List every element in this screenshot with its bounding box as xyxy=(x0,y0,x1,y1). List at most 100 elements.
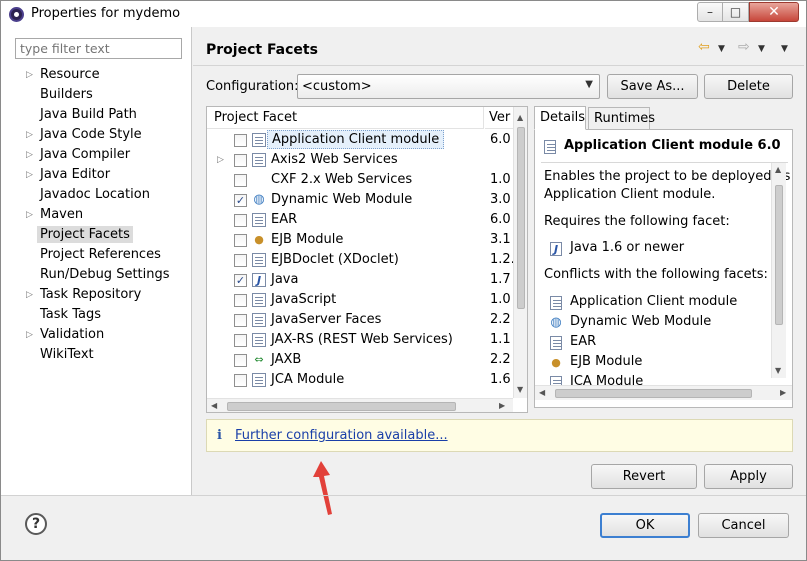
tab-details[interactable]: Details xyxy=(534,106,586,130)
facet-row[interactable]: EAR 6.0 xyxy=(207,210,513,230)
facet-row[interactable]: JAX-RS (REST Web Services) 1.1 xyxy=(207,330,513,350)
facet-version[interactable]: 1.7 xyxy=(490,270,511,290)
further-configuration-link[interactable]: Further configuration available... xyxy=(235,428,448,443)
details-vertical-scrollbar[interactable]: ▲ ▼ xyxy=(771,163,786,378)
tree-item[interactable]: ▷ Java Code Style xyxy=(1,125,191,145)
facet-row[interactable]: ✓ J Java 1.7 xyxy=(207,270,513,290)
expand-icon[interactable]: ▷ xyxy=(26,285,33,305)
facet-version[interactable]: 1.0 xyxy=(490,290,511,310)
tree-item[interactable]: WikiText xyxy=(1,345,191,365)
scroll-thumb[interactable] xyxy=(775,185,783,325)
facet-version[interactable]: 1.6 xyxy=(490,370,511,390)
filter-input[interactable] xyxy=(15,38,182,59)
facet-vertical-scrollbar[interactable]: ▲ ▼ xyxy=(513,107,527,398)
tree-item[interactable]: ▷ Maven xyxy=(1,205,191,225)
facet-checkbox[interactable] xyxy=(234,334,247,347)
cancel-button[interactable]: Cancel xyxy=(698,513,789,538)
details-horizontal-scrollbar[interactable]: ◀ ▶ xyxy=(535,385,792,400)
expand-icon[interactable]: ▷ xyxy=(217,150,224,170)
apply-button[interactable]: Apply xyxy=(704,464,793,489)
expand-icon[interactable]: ▷ xyxy=(26,165,33,185)
expand-icon[interactable]: ▷ xyxy=(26,145,33,165)
facet-horizontal-scrollbar[interactable]: ◀ ▶ xyxy=(207,398,513,412)
expand-icon[interactable]: ▷ xyxy=(26,325,33,345)
tree-item[interactable]: ▷ Validation xyxy=(1,325,191,345)
facet-version[interactable]: 2.2 xyxy=(490,310,511,330)
close-button[interactable]: ✕ xyxy=(749,2,799,22)
tree-item[interactable]: Project References xyxy=(1,245,191,265)
expand-icon[interactable]: ▷ xyxy=(26,205,33,225)
scroll-thumb[interactable] xyxy=(555,389,752,398)
facet-version[interactable]: 6.0 xyxy=(490,130,511,150)
facet-checkbox[interactable] xyxy=(234,214,247,227)
back-arrow-icon[interactable]: ⇦ xyxy=(698,39,710,55)
facet-version[interactable]: 1.1 xyxy=(490,330,511,350)
scroll-up-icon[interactable]: ▲ xyxy=(517,113,523,122)
facet-row[interactable]: ● EJB Module 3.1 xyxy=(207,230,513,250)
facet-checkbox[interactable] xyxy=(234,234,247,247)
facet-row[interactable]: ⇔ JAXB 2.2 xyxy=(207,350,513,370)
facet-row[interactable]: Application Client module 6.0 xyxy=(207,130,513,150)
facet-row[interactable]: JavaScript 1.0 xyxy=(207,290,513,310)
facet-checkbox[interactable] xyxy=(234,354,247,367)
facet-checkbox[interactable] xyxy=(234,314,247,327)
facet-version[interactable]: 1.0 xyxy=(490,170,511,190)
configuration-select[interactable]: <custom> ▼ xyxy=(297,74,600,99)
scroll-left-icon[interactable]: ◀ xyxy=(211,401,217,410)
minimize-button[interactable]: – xyxy=(697,2,723,22)
tree-item[interactable]: Java Build Path xyxy=(1,105,191,125)
facet-row[interactable]: EJBDoclet (XDoclet) 1.2. xyxy=(207,250,515,270)
facet-checkbox[interactable] xyxy=(234,254,247,267)
facet-row[interactable]: JCA Module 1.6 xyxy=(207,370,513,390)
view-menu-chevron-icon[interactable]: ▼ xyxy=(781,44,788,54)
maximize-button[interactable]: □ xyxy=(723,2,749,22)
facet-checkbox[interactable] xyxy=(234,134,247,147)
help-icon[interactable]: ? xyxy=(25,513,47,535)
save-as-button[interactable]: Save As... xyxy=(607,74,698,99)
scroll-up-icon[interactable]: ▲ xyxy=(775,165,781,174)
facet-row[interactable]: CXF 2.x Web Services 1.0 xyxy=(207,170,513,190)
expand-icon[interactable]: ▷ xyxy=(26,65,33,85)
expand-icon[interactable]: ▷ xyxy=(26,125,33,145)
scroll-down-icon[interactable]: ▼ xyxy=(517,385,523,394)
ok-button[interactable]: OK xyxy=(600,513,690,538)
facet-checkbox[interactable] xyxy=(234,294,247,307)
tree-item[interactable]: Task Tags xyxy=(1,305,191,325)
facet-row[interactable]: ▷ Axis2 Web Services xyxy=(207,150,513,170)
forward-menu-chevron-icon[interactable]: ▼ xyxy=(758,44,765,54)
facet-checkbox[interactable] xyxy=(234,174,247,187)
facet-version[interactable]: 3.0 xyxy=(490,190,511,210)
facet-checkbox[interactable] xyxy=(234,374,247,387)
facet-checkbox[interactable]: ✓ xyxy=(234,274,247,287)
tree-item[interactable]: ▷ Resource xyxy=(1,65,191,85)
facet-checkbox[interactable] xyxy=(234,154,247,167)
facet-row[interactable]: JavaServer Faces 2.2 xyxy=(207,310,513,330)
scroll-thumb[interactable] xyxy=(517,127,525,309)
facet-version[interactable]: 2.2 xyxy=(490,350,511,370)
tree-item[interactable]: ▷ Java Compiler xyxy=(1,145,191,165)
column-header-facet[interactable]: Project Facet xyxy=(207,107,484,129)
scroll-thumb[interactable] xyxy=(227,402,456,411)
scroll-right-icon[interactable]: ▶ xyxy=(499,401,505,410)
title-bar[interactable]: Properties for mydemo – □ ✕ xyxy=(1,1,806,27)
tree-item[interactable]: Run/Debug Settings xyxy=(1,265,191,285)
facet-version[interactable]: 3.1 xyxy=(490,230,511,250)
tree-item[interactable]: ▷ Task Repository xyxy=(1,285,191,305)
tree-item[interactable]: Javadoc Location xyxy=(1,185,191,205)
tree-item[interactable]: Builders xyxy=(1,85,191,105)
tab-runtimes[interactable]: Runtimes xyxy=(588,107,655,130)
forward-arrow-icon[interactable]: ⇨ xyxy=(738,39,750,55)
tree-item[interactable]: Project Facets xyxy=(1,225,191,245)
facet-checkbox[interactable]: ✓ xyxy=(234,194,247,207)
facet-version[interactable]: 6.0 xyxy=(490,210,511,230)
tree-item[interactable]: ▷ Java Editor xyxy=(1,165,191,185)
back-menu-chevron-icon[interactable]: ▼ xyxy=(718,44,725,54)
facet-row[interactable]: ✓ ◍ Dynamic Web Module 3.0 xyxy=(207,190,513,210)
delete-button[interactable]: Delete xyxy=(704,74,793,99)
scroll-down-icon[interactable]: ▼ xyxy=(775,366,781,375)
scroll-right-icon[interactable]: ▶ xyxy=(780,388,786,397)
revert-button[interactable]: Revert xyxy=(591,464,697,489)
facet-version[interactable]: 1.2. xyxy=(490,250,515,270)
scroll-left-icon[interactable]: ◀ xyxy=(539,388,545,397)
column-header-version[interactable]: Ver xyxy=(485,107,515,129)
